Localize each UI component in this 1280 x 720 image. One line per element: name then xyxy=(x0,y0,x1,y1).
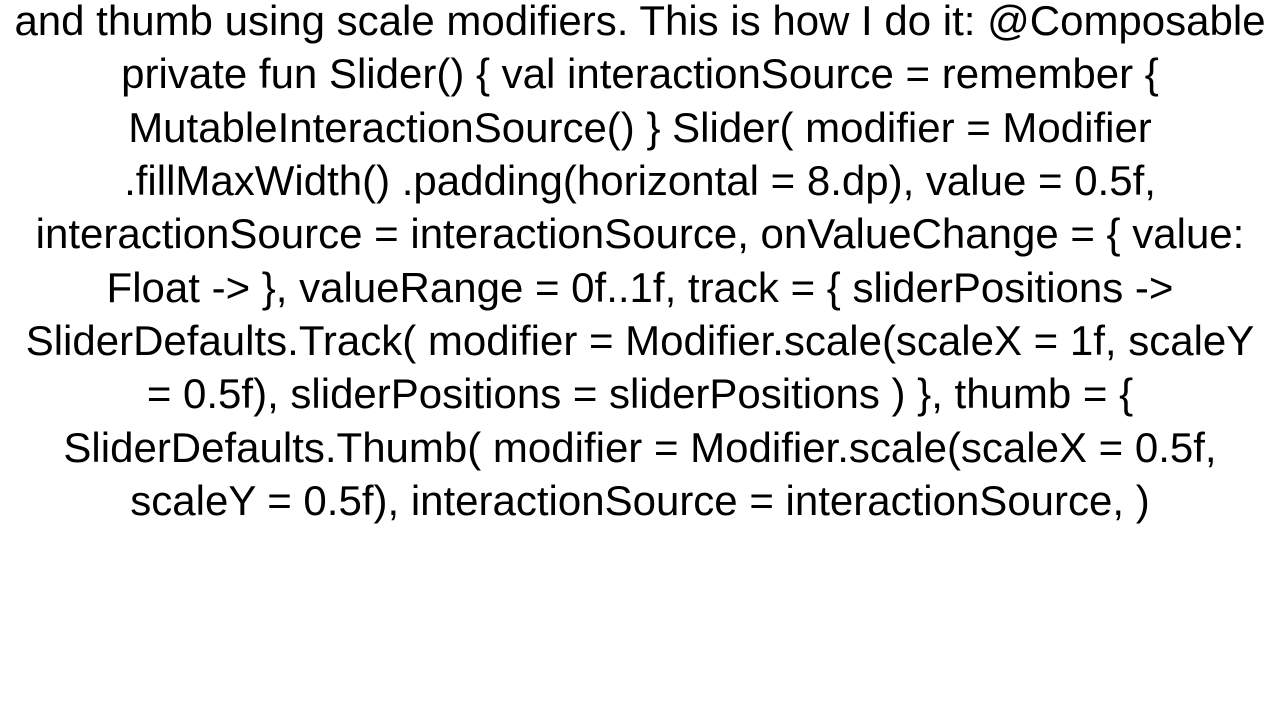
body-text: and thumb using scale modifiers. This is… xyxy=(10,0,1270,527)
document-body: and thumb using scale modifiers. This is… xyxy=(0,0,1280,720)
